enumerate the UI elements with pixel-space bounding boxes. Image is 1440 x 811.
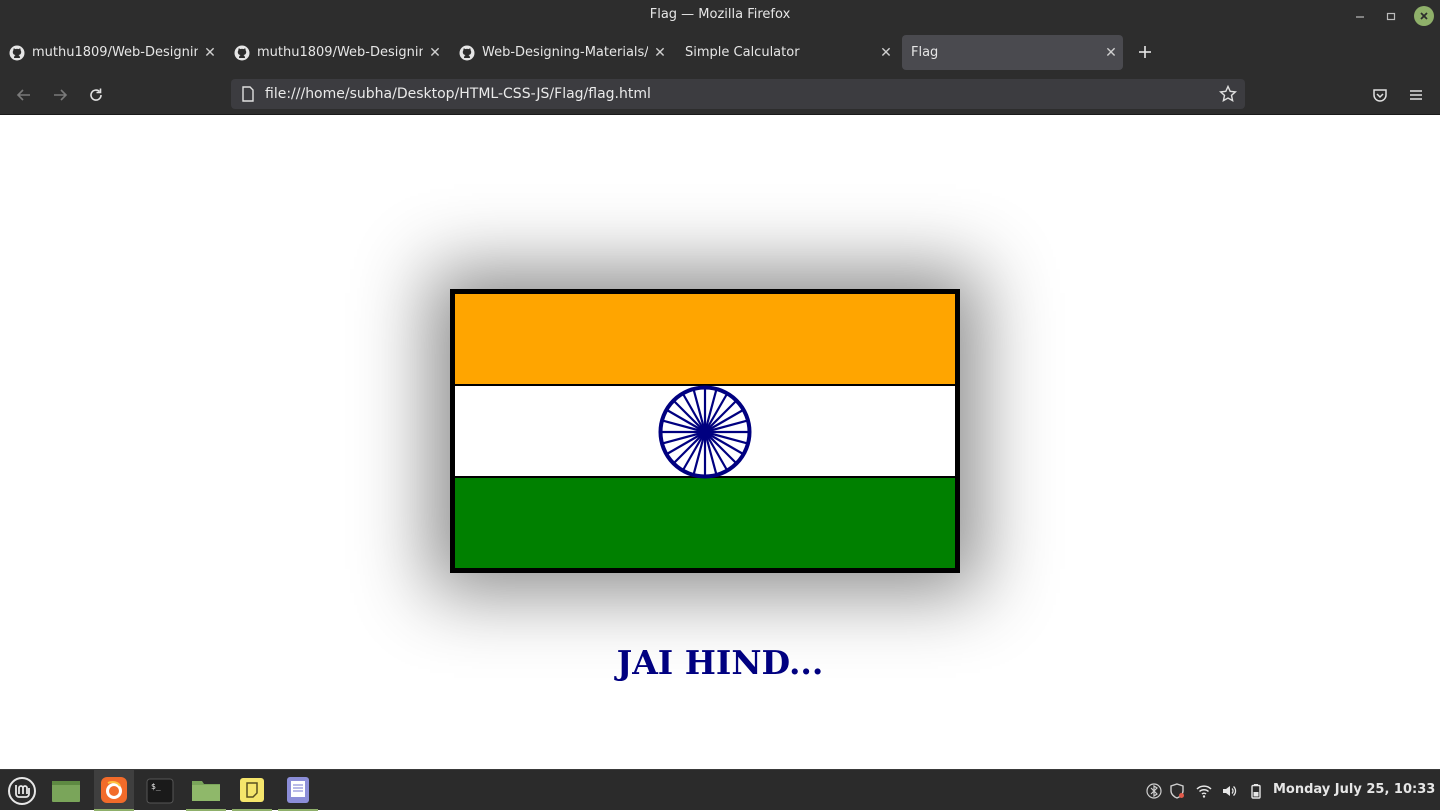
github-icon bbox=[9, 45, 25, 60]
tab-label: muthu1809/Web-Designing bbox=[32, 45, 198, 60]
tab-github-1[interactable]: muthu1809/Web-Designing ✕ bbox=[0, 35, 222, 70]
close-tab-icon[interactable]: ✕ bbox=[202, 45, 218, 61]
tab-label: Web-Designing-Materials/D bbox=[482, 45, 648, 60]
tab-simple-calculator[interactable]: Simple Calculator ✕ bbox=[676, 35, 898, 70]
github-icon bbox=[459, 45, 475, 60]
tab-label: Simple Calculator bbox=[685, 45, 800, 60]
network-tray-button[interactable] bbox=[1195, 782, 1213, 800]
close-tab-icon[interactable]: ✕ bbox=[652, 45, 668, 61]
tab-flag[interactable]: Flag ✕ bbox=[902, 35, 1123, 70]
battery-icon bbox=[1251, 784, 1261, 799]
close-tab-icon[interactable]: ✕ bbox=[1103, 45, 1119, 61]
files-taskbar-button[interactable] bbox=[186, 770, 226, 811]
maximize-button[interactable] bbox=[1381, 6, 1401, 26]
tab-github-2[interactable]: muthu1809/Web-Designing ✕ bbox=[225, 35, 447, 70]
show-desktop-button[interactable] bbox=[46, 770, 86, 811]
pocket-icon bbox=[1373, 89, 1387, 102]
svg-text:$_: $_ bbox=[151, 782, 161, 791]
mint-menu-icon bbox=[8, 776, 36, 805]
star-icon[interactable] bbox=[1219, 85, 1237, 103]
reload-button[interactable] bbox=[84, 83, 108, 107]
volume-icon bbox=[1223, 786, 1237, 796]
firefox-taskbar-button[interactable] bbox=[94, 770, 134, 811]
files-icon bbox=[192, 780, 220, 801]
indian-flag bbox=[450, 289, 960, 573]
bluetooth-tray-button[interactable] bbox=[1145, 782, 1163, 800]
green-stripe bbox=[455, 478, 955, 568]
ashoka-chakra bbox=[658, 385, 752, 479]
notes-taskbar-button[interactable] bbox=[232, 770, 272, 811]
jai-hind-heading: JAI HIND... bbox=[616, 643, 824, 682]
close-icon bbox=[1420, 12, 1428, 20]
tab-label: muthu1809/Web-Designing bbox=[257, 45, 423, 60]
window-title: Flag — Mozilla Firefox bbox=[649, 7, 791, 22]
minimize-button[interactable] bbox=[1350, 6, 1370, 26]
text-editor-taskbar-button[interactable] bbox=[278, 770, 318, 811]
address-bar[interactable]: file:///home/subha/Desktop/HTML-CSS-JS/F… bbox=[231, 79, 1245, 109]
reload-icon bbox=[90, 88, 102, 101]
tab-strip: muthu1809/Web-Designing ✕ muthu1809/Web-… bbox=[0, 32, 1440, 74]
url-text: file:///home/subha/Desktop/HTML-CSS-JS/F… bbox=[265, 86, 651, 102]
arrow-right-icon bbox=[54, 89, 68, 101]
notes-icon bbox=[240, 777, 264, 802]
show-desktop-icon bbox=[52, 780, 80, 802]
github-icon bbox=[234, 45, 250, 60]
close-window-button[interactable] bbox=[1414, 6, 1434, 26]
shield-icon bbox=[1170, 783, 1184, 799]
bluetooth-icon bbox=[1146, 783, 1162, 799]
volume-tray-button[interactable] bbox=[1220, 782, 1238, 800]
window-titlebar: Flag — Mozilla Firefox bbox=[0, 0, 1440, 32]
close-tab-icon[interactable]: ✕ bbox=[878, 45, 894, 61]
navigation-toolbar: file:///home/subha/Desktop/HTML-CSS-JS/F… bbox=[0, 74, 1440, 115]
close-tab-icon[interactable]: ✕ bbox=[427, 45, 443, 61]
pocket-button[interactable] bbox=[1368, 83, 1392, 107]
tab-label: Flag bbox=[911, 45, 939, 60]
new-tab-button[interactable] bbox=[1134, 41, 1156, 63]
menu-button[interactable] bbox=[1404, 83, 1428, 107]
page-content: JAI HIND... bbox=[0, 115, 1440, 769]
minimize-icon bbox=[1356, 16, 1364, 18]
clock[interactable]: Monday July 25, 10:33 PM bbox=[1273, 782, 1440, 797]
text-editor-icon bbox=[287, 776, 309, 803]
maximize-icon bbox=[1386, 12, 1396, 21]
tab-github-3[interactable]: Web-Designing-Materials/D ✕ bbox=[450, 35, 672, 70]
arrow-left-icon bbox=[16, 89, 30, 101]
firefox-icon bbox=[101, 776, 127, 803]
back-button[interactable] bbox=[12, 83, 36, 107]
wifi-icon bbox=[1196, 785, 1212, 798]
terminal-taskbar-button[interactable]: $_ bbox=[140, 770, 180, 811]
forward-button[interactable] bbox=[48, 83, 72, 107]
plus-icon bbox=[1139, 46, 1151, 58]
saffron-stripe bbox=[455, 294, 955, 384]
taskbar: $_ Monday July 25, 10:33 PM bbox=[0, 769, 1440, 811]
hamburger-menu-icon bbox=[1410, 90, 1422, 100]
battery-tray-button[interactable] bbox=[1247, 782, 1265, 800]
terminal-icon: $_ bbox=[146, 778, 174, 803]
mint-menu-button[interactable] bbox=[2, 770, 42, 811]
page-icon bbox=[242, 86, 254, 102]
update-manager-tray-button[interactable] bbox=[1168, 782, 1186, 800]
